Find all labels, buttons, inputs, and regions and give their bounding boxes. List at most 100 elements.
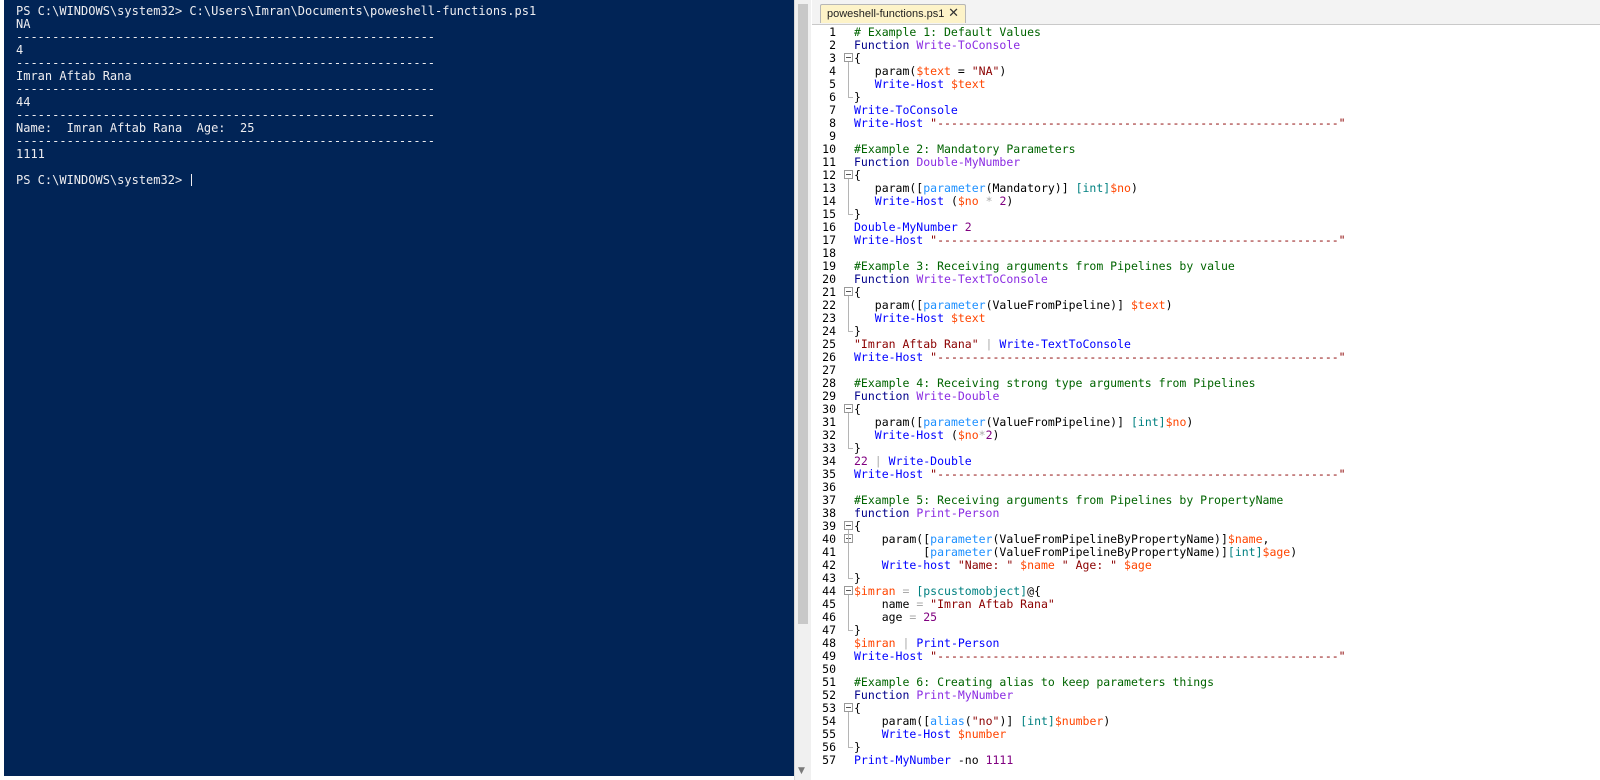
code-line[interactable]: 42 Write-host "Name: " $name " Age: " $a… bbox=[812, 559, 1600, 572]
code-token: Write-Host bbox=[854, 350, 931, 364]
code-token: " Age: " bbox=[1054, 558, 1125, 572]
tab-poweshell-functions[interactable]: poweshell-functions.ps1 ✕ bbox=[820, 4, 966, 23]
console-scrollbar-thumb[interactable] bbox=[798, 4, 808, 624]
script-editor[interactable]: poweshell-functions.ps1 ✕ 1 # Example 1: … bbox=[812, 0, 1600, 780]
close-icon[interactable]: ✕ bbox=[948, 6, 959, 21]
fold-guide bbox=[848, 712, 849, 747]
code-text: Write-Host ($no * 2) bbox=[854, 194, 1014, 208]
fold-guide bbox=[848, 595, 849, 630]
code-line[interactable]: 14 Write-Host ($no * 2) bbox=[812, 195, 1600, 208]
code-line[interactable]: 20 Function Write-TextToConsole bbox=[812, 273, 1600, 286]
collapse-icon[interactable] bbox=[844, 521, 853, 530]
code-token: Write-TextToConsole bbox=[916, 272, 1048, 286]
code-token: ) bbox=[1006, 194, 1014, 208]
collapse-icon[interactable] bbox=[844, 703, 853, 712]
code-token: Write-Host bbox=[854, 428, 951, 442]
console-line: ----------------------------------------… bbox=[16, 108, 436, 122]
code-line[interactable]: 5 Write-Host $text bbox=[812, 78, 1600, 91]
fold-guide-end bbox=[848, 214, 853, 215]
code-text: Write-Host "----------------------------… bbox=[854, 234, 1346, 247]
collapse-icon[interactable] bbox=[844, 404, 853, 413]
code-token: $number bbox=[1054, 714, 1104, 728]
code-token: | bbox=[978, 337, 1000, 351]
code-token: 1111 bbox=[985, 753, 1014, 767]
code-token: Write-Host bbox=[854, 467, 931, 481]
code-token: # Example 1: Default Values bbox=[854, 25, 1041, 39]
code-token: #Example 2: Mandatory Parameters bbox=[854, 142, 1076, 156]
code-token: ( bbox=[950, 428, 958, 442]
code-token: Write-ToConsole bbox=[916, 38, 1021, 52]
code-text: Write-host "Name: " $name " Age: " $age bbox=[854, 559, 1152, 572]
code-token: } bbox=[854, 441, 861, 455]
code-token: Write-TextToConsole bbox=[999, 337, 1131, 351]
code-line[interactable]: 8 Write-Host "---------------------------… bbox=[812, 117, 1600, 130]
code-token: $text bbox=[950, 77, 986, 91]
code-line[interactable]: 57 Print-MyNumber -no 1111 bbox=[812, 754, 1600, 767]
code-line[interactable]: 26 Write-Host "--------------------------… bbox=[812, 351, 1600, 364]
code-token: { bbox=[854, 701, 861, 715]
code-line[interactable]: 46 age = 25 bbox=[812, 611, 1600, 624]
code-token: = bbox=[950, 64, 972, 78]
code-token: [int] bbox=[1130, 415, 1166, 429]
code-token: 2 bbox=[985, 428, 993, 442]
code-token: { bbox=[854, 168, 861, 182]
code-text: Write-Host "----------------------------… bbox=[854, 117, 1346, 130]
code-line[interactable]: 11 Function Double-MyNumber bbox=[812, 156, 1600, 169]
collapse-icon[interactable] bbox=[844, 586, 853, 595]
code-token: @{ bbox=[1027, 584, 1041, 598]
code-token: Write-Double bbox=[888, 454, 972, 468]
code-token: [ bbox=[854, 545, 931, 559]
collapse-icon[interactable] bbox=[844, 53, 853, 62]
collapse-icon[interactable] bbox=[844, 170, 853, 179]
code-token: "NA" bbox=[971, 64, 1000, 78]
code-token: "Imran Aftab Rana" bbox=[854, 337, 979, 351]
code-line[interactable]: 29 Function Write-Double bbox=[812, 390, 1600, 403]
code-token: ( bbox=[950, 194, 958, 208]
fold-guide bbox=[848, 530, 849, 578]
code-token: | bbox=[895, 636, 917, 650]
code-token: { bbox=[854, 402, 861, 416]
code-token: "Imran Aftab Rana" bbox=[923, 597, 1055, 611]
code-text: Write-Host "----------------------------… bbox=[854, 650, 1346, 663]
code-line[interactable]: 38 function Print-Person bbox=[812, 507, 1600, 520]
code-token: parameter bbox=[930, 532, 993, 546]
console-line: ----------------------------------------… bbox=[16, 82, 436, 96]
code-token: $no bbox=[1165, 415, 1187, 429]
code-token: Write-Host bbox=[854, 727, 958, 741]
code-token: 25 bbox=[916, 610, 938, 624]
scroll-down-arrow-icon[interactable]: ▼ bbox=[798, 766, 805, 776]
code-line[interactable]: 17 Write-Host "--------------------------… bbox=[812, 234, 1600, 247]
code-text: Function Write-TextToConsole bbox=[854, 273, 1048, 286]
code-line[interactable]: 2 Function Write-ToConsole bbox=[812, 39, 1600, 52]
code-token: param([ bbox=[854, 415, 924, 429]
code-line[interactable]: 55 Write-Host $number bbox=[812, 728, 1600, 741]
code-token: $age bbox=[1124, 558, 1152, 572]
code-token: ) bbox=[999, 64, 1007, 78]
console-scrollbar[interactable]: ▼ bbox=[794, 0, 811, 780]
code-token: 22 bbox=[854, 454, 868, 468]
collapse-icon[interactable] bbox=[844, 287, 853, 296]
code-line[interactable]: 32 Write-Host ($no*2) bbox=[812, 429, 1600, 442]
code-token: param( bbox=[854, 64, 917, 78]
code-line[interactable]: 49 Write-Host "--------------------------… bbox=[812, 650, 1600, 663]
code-token: $no bbox=[1110, 181, 1131, 195]
code-token: Function bbox=[854, 389, 917, 403]
code-line[interactable]: 35 Write-Host "--------------------------… bbox=[812, 468, 1600, 481]
code-line[interactable]: 52 Function Print-MyNumber bbox=[812, 689, 1600, 702]
line-number: 57 bbox=[822, 753, 836, 767]
code-token: [int] bbox=[1020, 714, 1055, 728]
code-token: Write-Double bbox=[916, 389, 1000, 403]
code-token: Double-MyNumber bbox=[916, 155, 1021, 169]
code-token: [pscustomobject] bbox=[916, 584, 1028, 598]
code-token: Write-ToConsole bbox=[854, 103, 958, 117]
code-token: $text bbox=[1130, 298, 1166, 312]
console-line: ----------------------------------------… bbox=[16, 30, 436, 44]
console-prompt: PS C:\WINDOWS\system32> bbox=[16, 173, 193, 187]
code-token: function bbox=[854, 506, 917, 520]
code-token: * bbox=[978, 194, 1000, 208]
powershell-console[interactable]: PS C:\WINDOWS\system32> C:\Users\Imran\D… bbox=[4, 0, 794, 776]
code-line[interactable]: 23 Write-Host $text bbox=[812, 312, 1600, 325]
code-token: ) bbox=[1130, 181, 1138, 195]
code-text: function Print-Person bbox=[854, 507, 999, 520]
code-token: ) bbox=[1103, 714, 1111, 728]
